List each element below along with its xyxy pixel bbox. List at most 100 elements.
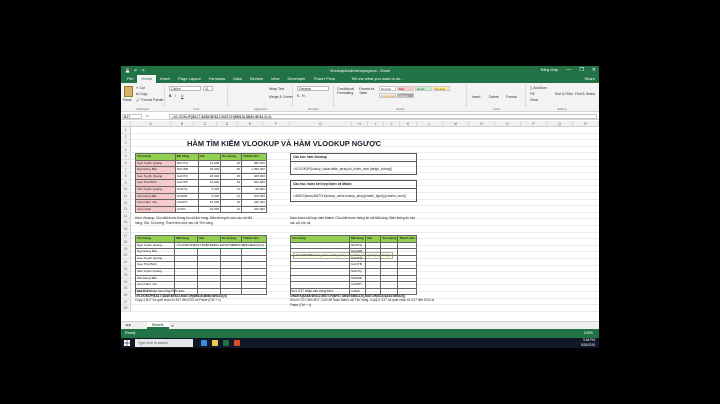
table-cell[interactable]: 52 xyxy=(220,179,243,187)
empty-cell[interactable] xyxy=(364,248,382,256)
table-cell[interactable]: Sắn Đông Bắc xyxy=(134,274,176,283)
table-cell[interactable]: 66,000 xyxy=(241,185,267,194)
table-cell[interactable]: GAOTB xyxy=(349,261,366,269)
empty-cell[interactable] xyxy=(397,267,417,276)
table-cell[interactable]: 25 xyxy=(220,172,243,181)
empty-cell[interactable] xyxy=(197,248,221,256)
tab-insert[interactable]: Insert xyxy=(156,75,174,83)
tab-developer[interactable]: Developer xyxy=(283,75,309,83)
empty-cell[interactable] xyxy=(290,254,350,263)
paste-button[interactable]: Paste xyxy=(123,98,132,102)
formula-input[interactable]: =VLOOKUP($A17,$A$5:$E$12,MATCH($B$16,$B$… xyxy=(169,114,597,119)
empty-cell[interactable] xyxy=(174,261,199,269)
name-box[interactable]: B17 xyxy=(122,114,142,119)
tab-file[interactable]: File xyxy=(123,75,137,83)
table-cell[interactable]: GAOTB xyxy=(174,179,199,187)
table-cell[interactable]: CAMHY xyxy=(174,199,199,207)
tab-page-layout[interactable]: Page Layout xyxy=(174,75,204,83)
row-header[interactable]: 21 xyxy=(121,259,131,266)
table-cell[interactable]: 5,000 xyxy=(197,192,222,201)
table-cell[interactable]: 832,000 xyxy=(241,179,267,187)
empty-cell[interactable] xyxy=(380,241,399,250)
table-cell[interactable]: Gạo Tuyền Quang xyxy=(135,172,176,181)
table-cell[interactable]: 240,000 xyxy=(241,199,267,207)
edge-icon[interactable] xyxy=(201,340,207,346)
bold-button[interactable]: B xyxy=(169,94,171,98)
style-bad[interactable]: Bad xyxy=(397,86,414,91)
header-cell[interactable]: Thành tiền xyxy=(241,153,267,161)
header-cell[interactable]: Mã hàng xyxy=(174,153,199,161)
row-header[interactable]: 11 xyxy=(121,193,131,200)
row-header[interactable]: 15 xyxy=(121,219,131,226)
empty-cell[interactable] xyxy=(380,254,399,263)
table-cell[interactable]: NGODB xyxy=(349,248,366,256)
find-select-button[interactable]: Find & Select xyxy=(575,92,595,96)
row-header[interactable]: 16 xyxy=(121,226,131,233)
header-cell[interactable]: Số lượng xyxy=(220,235,242,243)
table-cell[interactable]: 45 xyxy=(220,166,243,174)
table-cell[interactable]: 20 xyxy=(220,159,243,168)
delete-cells-button[interactable]: Delete xyxy=(489,95,499,99)
header-cell[interactable]: Số lượng xyxy=(380,235,399,243)
table-cell[interactable]: Ngô Tuyền Quang xyxy=(134,241,176,250)
maximize-button[interactable]: ❐ xyxy=(579,66,583,75)
table-cell[interactable]: Ngô Tuyền Quang xyxy=(135,159,176,168)
conditional-formatting-button[interactable]: Conditional Formatting xyxy=(337,87,357,95)
empty-cell[interactable] xyxy=(380,248,399,256)
taskbar-search[interactable]: Type here to search xyxy=(135,339,193,347)
table-cell[interactable]: Sắn Tuyền Quang xyxy=(135,185,176,194)
empty-cell[interactable] xyxy=(197,254,221,263)
row-header[interactable]: 26 xyxy=(121,292,131,299)
empty-cell[interactable] xyxy=(364,261,382,269)
table-cell[interactable]: Sắn Tuyền Quang xyxy=(134,267,176,276)
row-header[interactable]: 25 xyxy=(121,285,131,292)
empty-cell[interactable] xyxy=(397,254,417,263)
font-size-select[interactable]: 11 xyxy=(203,86,213,91)
vlookup-exercise-table[interactable]: Tên hàng Mã hàng Giá Số lượng Thành tiền Ngô … xyxy=(134,235,268,296)
style-neutral[interactable]: Neutral xyxy=(433,86,450,91)
table-cell[interactable]: SANTQ xyxy=(174,185,199,194)
font-name-select[interactable]: Calibri xyxy=(169,86,201,91)
table-cell[interactable]: Cam Hàm Yên xyxy=(134,281,176,289)
row-header[interactable]: 23 xyxy=(121,272,131,279)
table-cell[interactable]: 21 xyxy=(220,205,243,214)
row-header[interactable]: 19 xyxy=(121,245,131,253)
tab-home[interactable]: Home xyxy=(137,75,157,83)
header-cell[interactable]: Thành tiền xyxy=(240,235,268,243)
product-table[interactable]: Tên hàng Mã hàng Giá Số lượng Thành tiền Ngô … xyxy=(135,153,267,214)
style-check-cell[interactable]: Check Cell xyxy=(397,93,414,103)
clear-button[interactable]: Clear xyxy=(530,98,538,102)
table-cell[interactable]: 15 xyxy=(220,199,243,207)
table-cell[interactable]: SANDB xyxy=(349,274,366,283)
empty-cell[interactable] xyxy=(240,267,268,276)
style-calculation[interactable]: Calculation xyxy=(379,93,396,98)
underline-button[interactable]: U xyxy=(181,94,183,98)
empty-cell[interactable] xyxy=(197,281,221,289)
sign-in-link[interactable]: Đăng nhập xyxy=(541,66,559,75)
empty-cell[interactable] xyxy=(197,261,221,269)
row-header[interactable]: 27 xyxy=(121,298,131,306)
empty-cell[interactable] xyxy=(290,267,350,276)
table-cell[interactable]: Sắn Đông Bắc xyxy=(135,192,176,201)
empty-cell[interactable] xyxy=(364,254,382,263)
row-header[interactable]: 6 xyxy=(121,160,131,167)
number-format-select[interactable]: General xyxy=(297,86,329,91)
tab-view[interactable]: View xyxy=(267,75,284,83)
empty-cell[interactable] xyxy=(397,274,417,283)
table-cell[interactable]: 16,000 xyxy=(197,199,222,207)
index-exercise-table[interactable]: Tên hàng Mã hàng Giá Số lượng Thành tiền NGOT… xyxy=(290,235,417,296)
empty-cell[interactable] xyxy=(240,281,268,289)
empty-cell[interactable] xyxy=(364,267,382,276)
table-cell[interactable]: CAMHY xyxy=(349,281,366,289)
excel-taskbar-icon[interactable] xyxy=(223,340,229,346)
table-cell[interactable]: GAOTQ xyxy=(174,172,199,181)
table-cell[interactable]: Gạo Thái Bình xyxy=(134,261,176,269)
empty-cell[interactable] xyxy=(240,274,268,283)
table-cell[interactable]: 21 xyxy=(220,192,243,201)
table-cell[interactable]: 11 xyxy=(220,185,243,194)
table-cell[interactable]: Gạo Thái Bình xyxy=(135,179,176,187)
close-button[interactable]: ✕ xyxy=(592,66,596,75)
share-button[interactable]: Share xyxy=(580,75,599,83)
row-header[interactable]: 4 xyxy=(121,146,131,154)
header-cell[interactable]: Tên hàng xyxy=(135,153,176,161)
